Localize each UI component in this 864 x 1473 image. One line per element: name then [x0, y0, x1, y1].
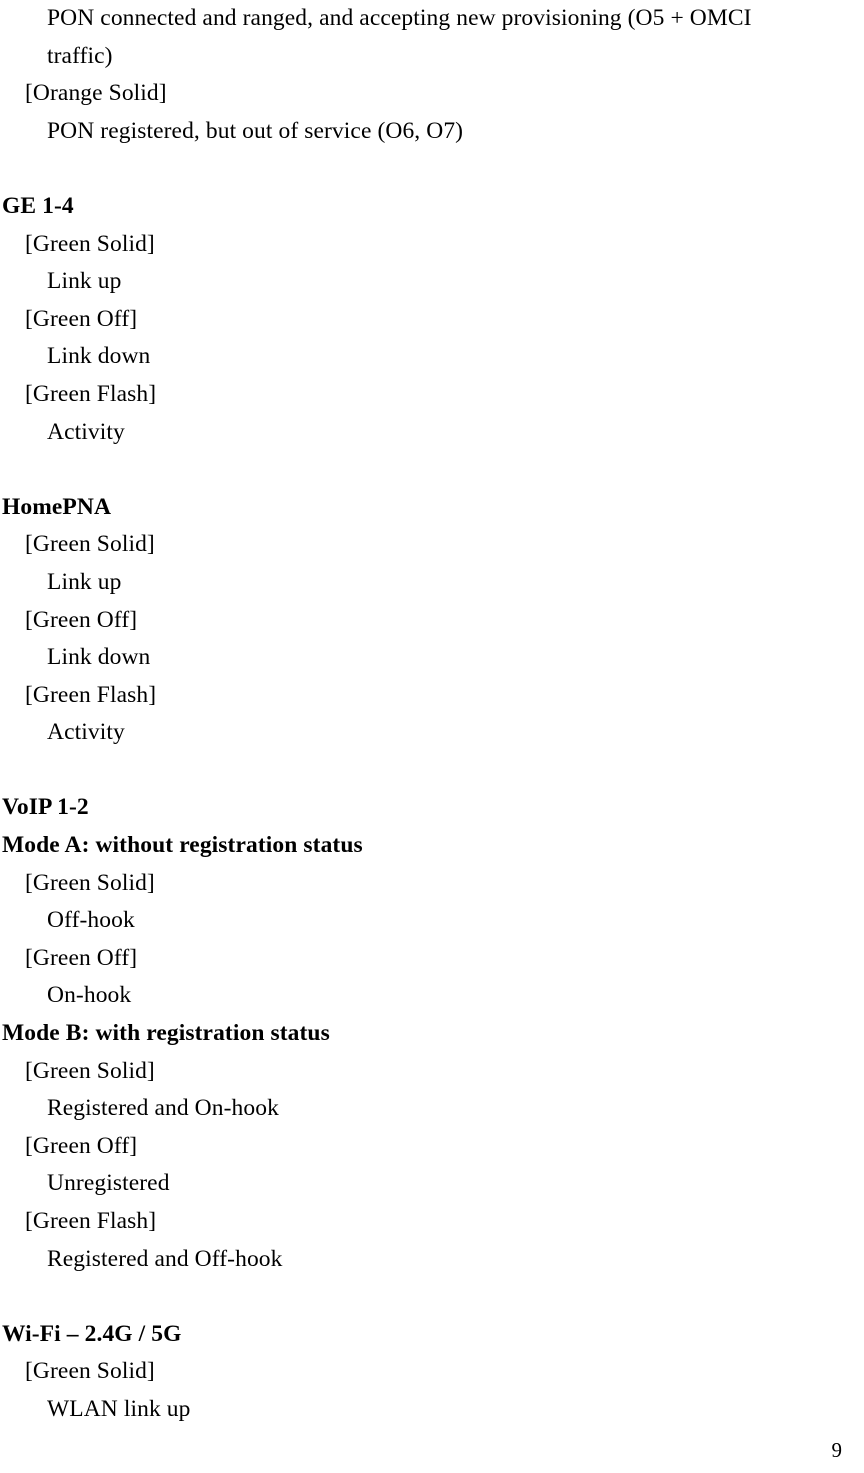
body-line: [Green Solid]	[25, 1057, 155, 1084]
body-line: Activity	[47, 719, 125, 746]
body-line: Registered and Off-hook	[47, 1245, 283, 1272]
body-line: Link up	[47, 568, 122, 595]
section-heading: VoIP 1-2	[2, 794, 89, 821]
body-line: [Green Flash]	[25, 380, 157, 407]
body-line: [Green Solid]	[25, 230, 155, 257]
section-heading: Mode A: without registration status	[2, 832, 363, 859]
body-line: Registered and On-hook	[47, 1095, 279, 1122]
section-heading: GE 1-4	[2, 192, 74, 219]
body-line: [Green Flash]	[25, 681, 157, 708]
body-line: [Green Off]	[25, 305, 138, 332]
body-line: PON connected and ranged, and accepting …	[47, 5, 758, 69]
body-line: Off-hook	[47, 907, 135, 934]
body-line: [Green Off]	[25, 944, 138, 971]
section-heading: Wi-Fi – 2.4G / 5G	[2, 1320, 182, 1347]
body-line: [Green Solid]	[25, 869, 155, 896]
body-line: Activity	[47, 418, 125, 445]
body-line: On-hook	[47, 982, 132, 1009]
body-line: [Green Solid]	[25, 1358, 155, 1385]
page-number: 9	[831, 1438, 843, 1462]
body-line: WLAN link up	[47, 1395, 191, 1422]
section-heading: HomePNA	[2, 493, 112, 520]
body-line: Link down	[47, 644, 151, 671]
body-line: Link down	[47, 343, 151, 370]
document-page: PON connected and ranged, and accepting …	[0, 0, 864, 1473]
body-line: [Green Off]	[25, 1132, 138, 1159]
body-line: Unregistered	[47, 1170, 170, 1197]
body-line: [Green Solid]	[25, 531, 155, 558]
section-heading: Mode B: with registration status	[2, 1020, 330, 1047]
body-line: [Green Off]	[25, 606, 138, 633]
body-line: [Green Flash]	[25, 1208, 157, 1234]
body-line: Link up	[47, 268, 122, 295]
document-body: PON connected and ranged, and accepting …	[0, 0, 820, 1429]
body-line: PON registered, but out of service (O6, …	[47, 117, 464, 144]
body-line: [Orange Solid]	[25, 80, 167, 107]
